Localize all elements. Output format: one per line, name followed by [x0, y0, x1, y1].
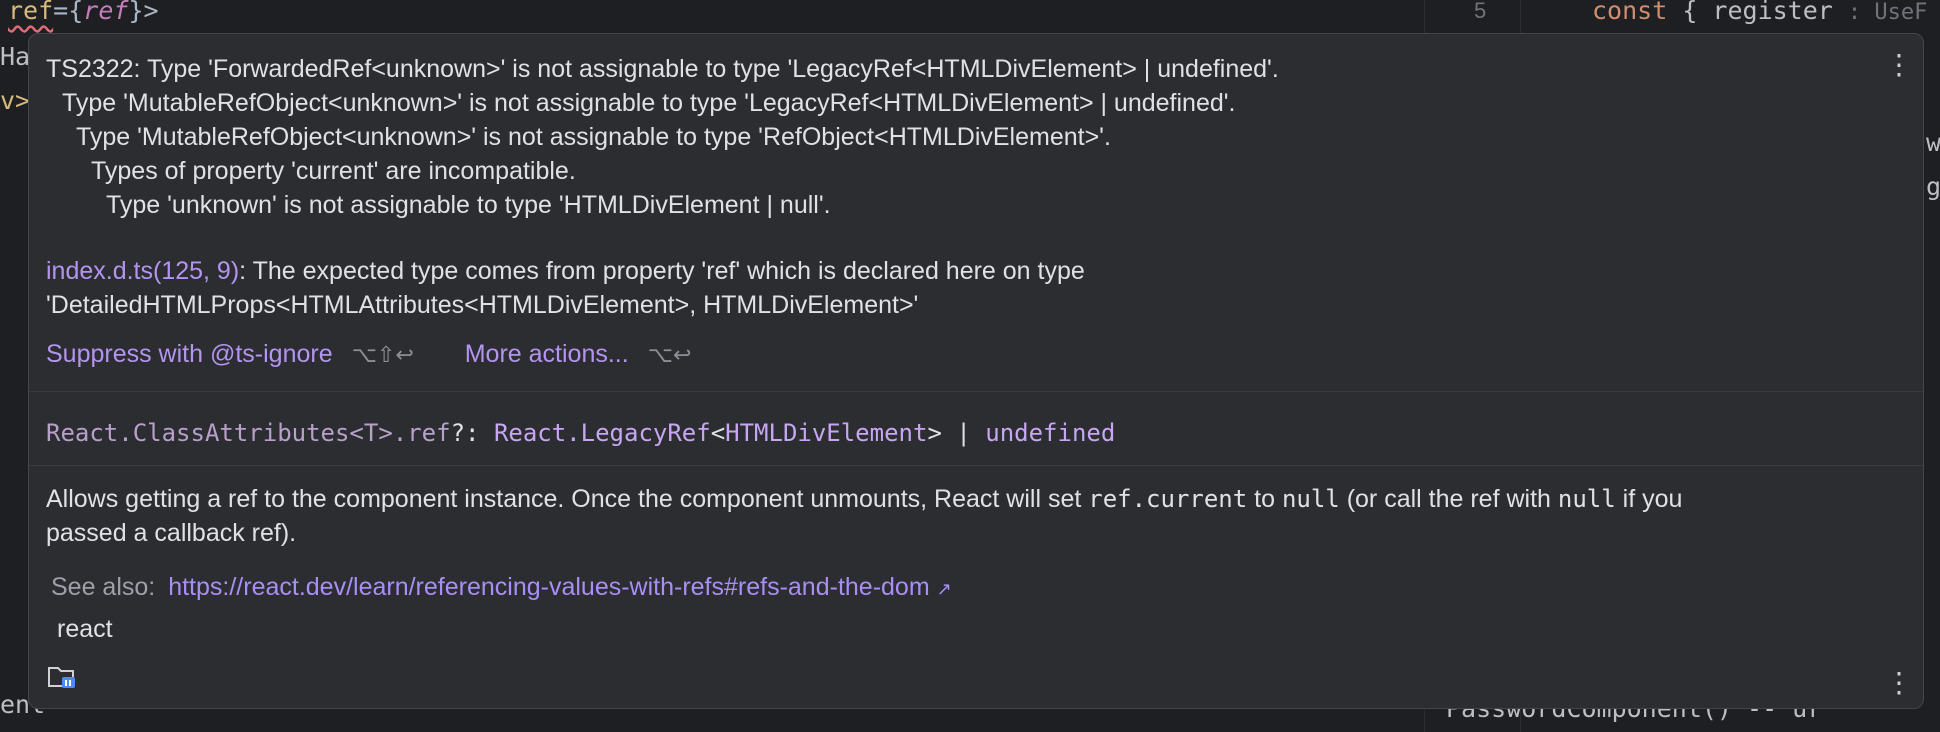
type-signature: React.ClassAttributes<T>.ref?: React.Leg… — [46, 416, 1115, 450]
library-name: react — [57, 615, 113, 643]
doc-line-2: passed a callback ref). — [46, 519, 297, 547]
source-text-1: : The expected type comes from property … — [239, 257, 1085, 285]
brace-open: { — [68, 0, 84, 25]
signature-generic-close: > — [927, 419, 942, 447]
signature-owner: React.ClassAttributes<T>.ref — [46, 419, 451, 447]
see-also-link[interactable]: https://react.dev/learn/referencing-valu… — [168, 573, 929, 601]
doc-text-c: (or call the ref with — [1339, 485, 1558, 513]
editor-left-fragment-2: v> — [0, 86, 31, 115]
doc-text-d: if you — [1615, 485, 1683, 513]
error-line-5: Type 'unknown' is not assignable to type… — [106, 191, 831, 219]
more-actions-link[interactable]: More actions... — [465, 340, 629, 368]
section-divider-2 — [29, 465, 1923, 466]
equals-sign: = — [53, 0, 69, 25]
editor-right-fragment-2: g — [1926, 172, 1940, 201]
signature-type-name: LegacyRef — [580, 419, 711, 447]
brace-close: }> — [128, 0, 159, 25]
destructure-register: { register — [1682, 0, 1833, 25]
quick-documentation-popup[interactable]: ⋮ TS2322: Type 'ForwardedRef<unknown>' i… — [28, 33, 1924, 709]
doc-code-null-1: null — [1281, 485, 1340, 513]
signature-type-param: HTMLDivElement — [725, 419, 928, 447]
suppress-ts-ignore-action[interactable]: Suppress with @ts-ignore — [46, 340, 333, 368]
source-reference: index.d.ts(125, 9): The expected type co… — [46, 254, 1085, 288]
library-folder-icon — [47, 664, 77, 690]
suppress-shortcut: ⌥⇧↩ — [351, 342, 414, 367]
source-link[interactable]: index.d.ts(125, 9) — [46, 257, 239, 285]
signature-undefined: undefined — [985, 419, 1116, 447]
doc-code-null-2: null — [1557, 485, 1616, 513]
see-also-row: See also: https://react.dev/learn/refere… — [51, 570, 952, 606]
doc-line-1: Allows getting a ref to the component in… — [46, 482, 1682, 516]
error-line-3: Type 'MutableRefObject<unknown>' is not … — [76, 123, 1111, 151]
gutter-line-number: 5 — [1474, 0, 1487, 23]
doc-code-ref-current: ref.current — [1088, 485, 1248, 513]
more-vertical-icon[interactable]: ⋮ — [1885, 48, 1913, 82]
editor-code-line-ref[interactable]: ref={ref}> — [8, 0, 159, 25]
external-link-icon: ↗ — [936, 579, 952, 599]
attr-ref: ref — [8, 0, 54, 25]
ref-variable: ref — [83, 0, 129, 25]
more-actions-shortcut: ⌥↩ — [647, 342, 692, 367]
see-also-label: See also: — [51, 573, 156, 601]
type-inlay-hint: : UseF — [1847, 0, 1928, 25]
error-line-1: TS2322: Type 'ForwardedRef<unknown>' is … — [46, 55, 1279, 83]
editor-code-line-register[interactable]: const { register : UseF — [1592, 0, 1927, 25]
signature-generic-open: < — [710, 419, 726, 447]
error-line-4: Types of property 'current' are incompat… — [91, 157, 576, 185]
signature-namespace: React. — [493, 419, 581, 447]
more-vertical-icon[interactable]: ⋮ — [1885, 666, 1913, 700]
editor-right-fragment-1: w — [1926, 128, 1940, 157]
signature-optional-mark: ? — [450, 419, 466, 447]
quick-actions-row: Suppress with @ts-ignore ⌥⇧↩ More action… — [46, 337, 691, 372]
section-divider-1 — [29, 391, 1923, 392]
editor-left-fragment-1: Ha — [0, 42, 31, 71]
signature-union: | — [941, 419, 986, 447]
doc-text-b: to — [1247, 485, 1282, 513]
error-line-2: Type 'MutableRefObject<unknown>' is not … — [62, 89, 1236, 117]
source-text-2: 'DetailedHTMLProps<HTMLAttributes<HTMLDi… — [46, 291, 919, 319]
const-keyword: const — [1592, 0, 1668, 25]
doc-text-a: Allows getting a ref to the component in… — [46, 485, 1089, 513]
signature-colon: : — [465, 419, 494, 447]
